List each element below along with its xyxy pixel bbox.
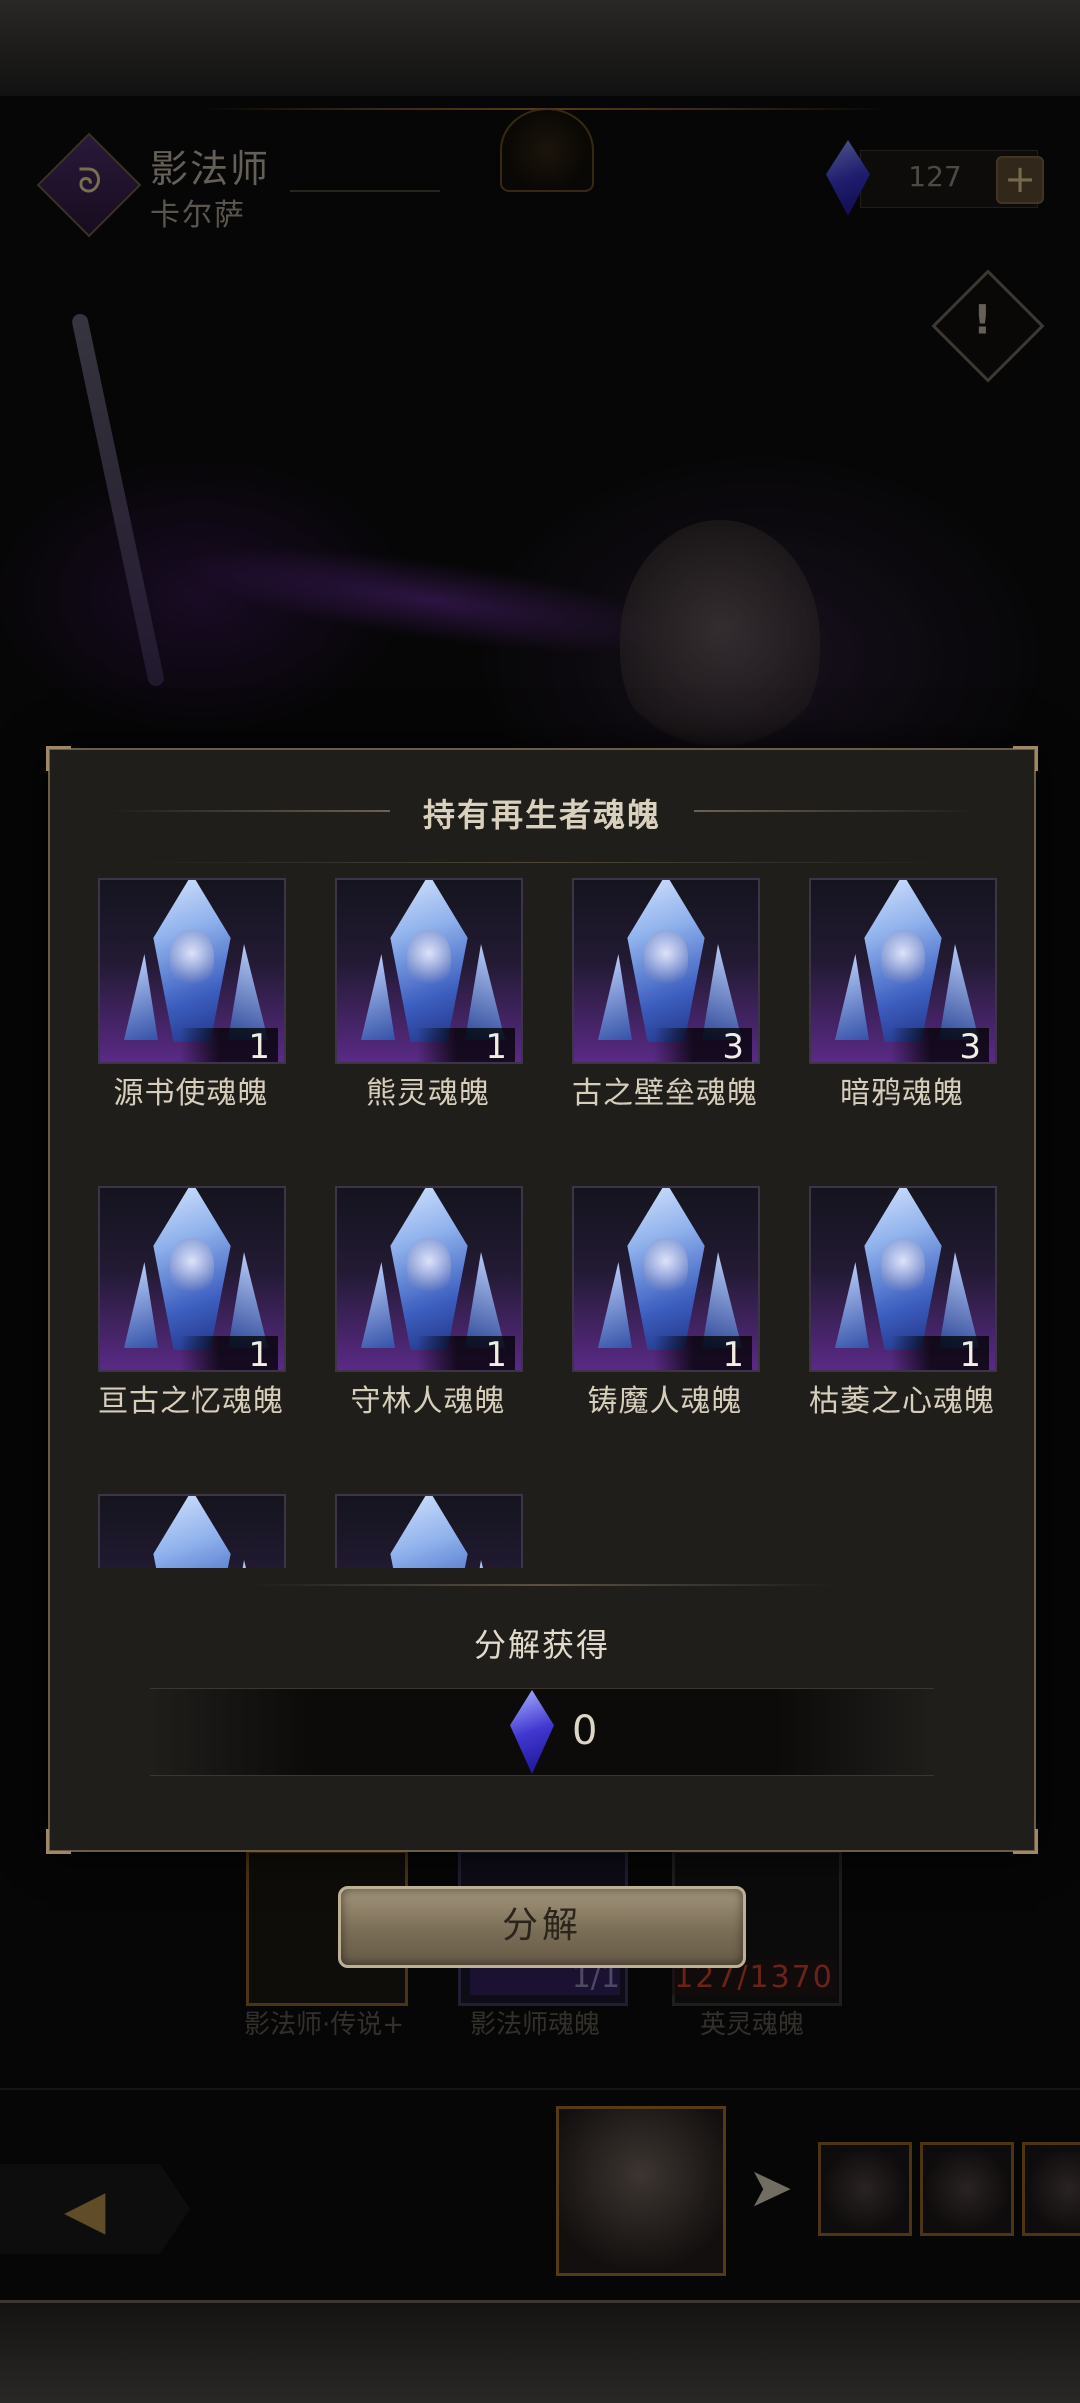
reward-value: 0 xyxy=(572,1708,598,1754)
soul-frame: 3 xyxy=(572,878,760,1064)
crystal-icon xyxy=(124,954,158,1040)
soul-frame: 3 xyxy=(809,878,997,1064)
crystal-icon xyxy=(598,1262,632,1348)
crystal-icon xyxy=(939,1252,979,1348)
crystal-icon xyxy=(939,944,979,1040)
bottom-frame xyxy=(0,2300,1080,2403)
soul-name: 枯萎之心魂魄 xyxy=(809,1384,995,1419)
corner-ornament xyxy=(46,746,71,771)
soul-count: 3 xyxy=(654,1028,752,1062)
soul-portrait xyxy=(407,930,451,988)
decompose-reward-label: 分解获得 xyxy=(473,1626,610,1664)
soul-count: 1 xyxy=(417,1336,515,1370)
corner-ornament xyxy=(46,1829,71,1854)
soul-item[interactable]: 1 枯萎之心魂魄 xyxy=(807,1176,997,1419)
crystal-icon xyxy=(465,944,505,1040)
soul-item[interactable]: 1 熊灵魂魄 xyxy=(333,868,523,1111)
soul-portrait xyxy=(170,930,214,988)
soul-frame: 1 xyxy=(572,1186,760,1372)
soul-count: 1 xyxy=(180,1336,278,1370)
corner-ornament xyxy=(1013,1829,1038,1854)
soul-item[interactable]: 1 亘古之忆魂魄 xyxy=(96,1176,286,1419)
crystal-icon xyxy=(228,1560,268,1568)
modal-title: 持有再生者魂魄 xyxy=(422,796,661,834)
soul-name: 守林人魂魄 xyxy=(350,1384,506,1419)
corner-ornament xyxy=(1013,746,1038,771)
soul-count: 1 xyxy=(180,1028,278,1062)
title-rule xyxy=(130,862,954,863)
soul-name: 熊灵魂魄 xyxy=(366,1076,490,1111)
soul-count: 1 xyxy=(891,1336,989,1370)
crystal-icon xyxy=(702,1252,742,1348)
soul-count: 1 xyxy=(417,1028,515,1062)
crystal-icon xyxy=(702,944,742,1040)
soul-item[interactable] xyxy=(96,1484,286,1568)
top-frame xyxy=(0,0,1080,99)
soul-portrait xyxy=(407,1238,451,1296)
crystal-icon xyxy=(465,1252,505,1348)
soul-frame: 1 xyxy=(98,1186,286,1372)
soul-name: 源书使魂魄 xyxy=(113,1076,269,1111)
soul-frame: 1 xyxy=(335,878,523,1064)
soul-count: 3 xyxy=(891,1028,989,1062)
soul-item[interactable] xyxy=(333,1484,523,1568)
crystal-icon xyxy=(361,954,395,1040)
crystal-icon xyxy=(361,1262,395,1348)
soul-portrait xyxy=(881,930,925,988)
soul-frame: 1 xyxy=(335,1186,523,1372)
soul-item[interactable]: 1 源书使魂魄 xyxy=(96,868,286,1111)
soul-frame xyxy=(335,1494,523,1568)
soul-item[interactable]: 3 暗鸦魂魄 xyxy=(807,868,997,1111)
divider xyxy=(250,1584,834,1586)
soul-frame xyxy=(98,1494,286,1568)
soul-portrait xyxy=(881,1238,925,1296)
crystal-icon xyxy=(124,1262,158,1348)
soul-name: 亘古之忆魂魄 xyxy=(98,1384,284,1419)
soul-item[interactable]: 3 古之壁垒魂魄 xyxy=(570,868,760,1111)
soul-portrait xyxy=(644,930,688,988)
soul-name: 暗鸦魂魄 xyxy=(840,1076,964,1111)
soul-portrait xyxy=(644,1238,688,1296)
soul-item[interactable]: 1 铸魔人魂魄 xyxy=(570,1176,760,1419)
decompose-button[interactable]: 分解 xyxy=(338,1886,746,1968)
crystal-icon xyxy=(465,1560,505,1568)
crystal-icon xyxy=(598,954,632,1040)
crystal-icon xyxy=(835,954,869,1040)
soul-grid[interactable]: 1 源书使魂魄 1 熊灵魂魄 3 古之壁垒魂魄 3 暗鸦魂魄 1 亘古之忆魂魄 … xyxy=(50,868,1034,1568)
crystal-icon xyxy=(228,1252,268,1348)
soul-frame: 1 xyxy=(98,878,286,1064)
soul-frame: 1 xyxy=(809,1186,997,1372)
soul-name: 古之壁垒魂魄 xyxy=(572,1076,758,1111)
soul-portrait xyxy=(170,1238,214,1296)
soul-item[interactable]: 1 守林人魂魄 xyxy=(333,1176,523,1419)
soul-crystal-icon xyxy=(153,1496,231,1568)
crystal-icon xyxy=(228,944,268,1040)
soul-crystal-icon xyxy=(390,1496,468,1568)
soul-inventory-modal: 持有再生者魂魄 1 源书使魂魄 1 熊灵魂魄 3 古之壁垒魂魄 3 暗鸦魂魄 1… xyxy=(46,746,1038,1854)
soul-count: 1 xyxy=(654,1336,752,1370)
crystal-icon xyxy=(835,1262,869,1348)
soul-name: 铸魔人魂魄 xyxy=(587,1384,743,1419)
